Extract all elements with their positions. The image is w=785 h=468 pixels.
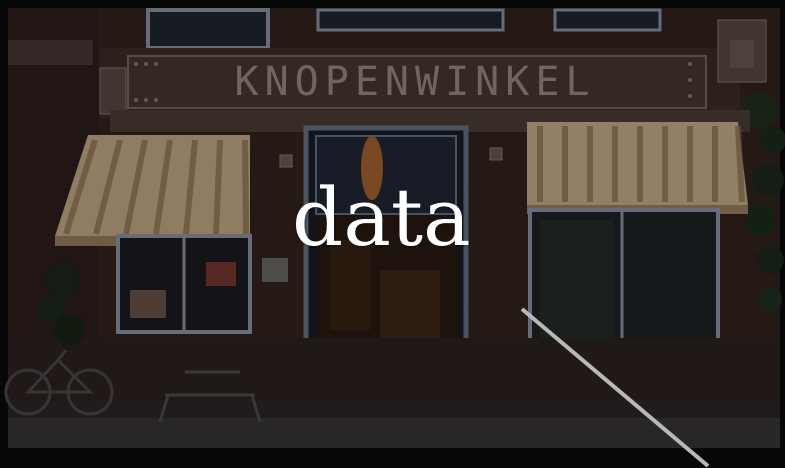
sign-text: KNOPENWINKEL (235, 59, 596, 105)
upper-window-center (316, 8, 505, 32)
sidewalk (8, 418, 780, 448)
upper-window-right (553, 8, 662, 32)
right-awning (527, 122, 748, 214)
image-frame: KNOPENWINKEL data (0, 0, 785, 468)
overlay-word: data (292, 171, 471, 264)
upper-window-left (146, 8, 270, 50)
left-awning (55, 135, 250, 246)
